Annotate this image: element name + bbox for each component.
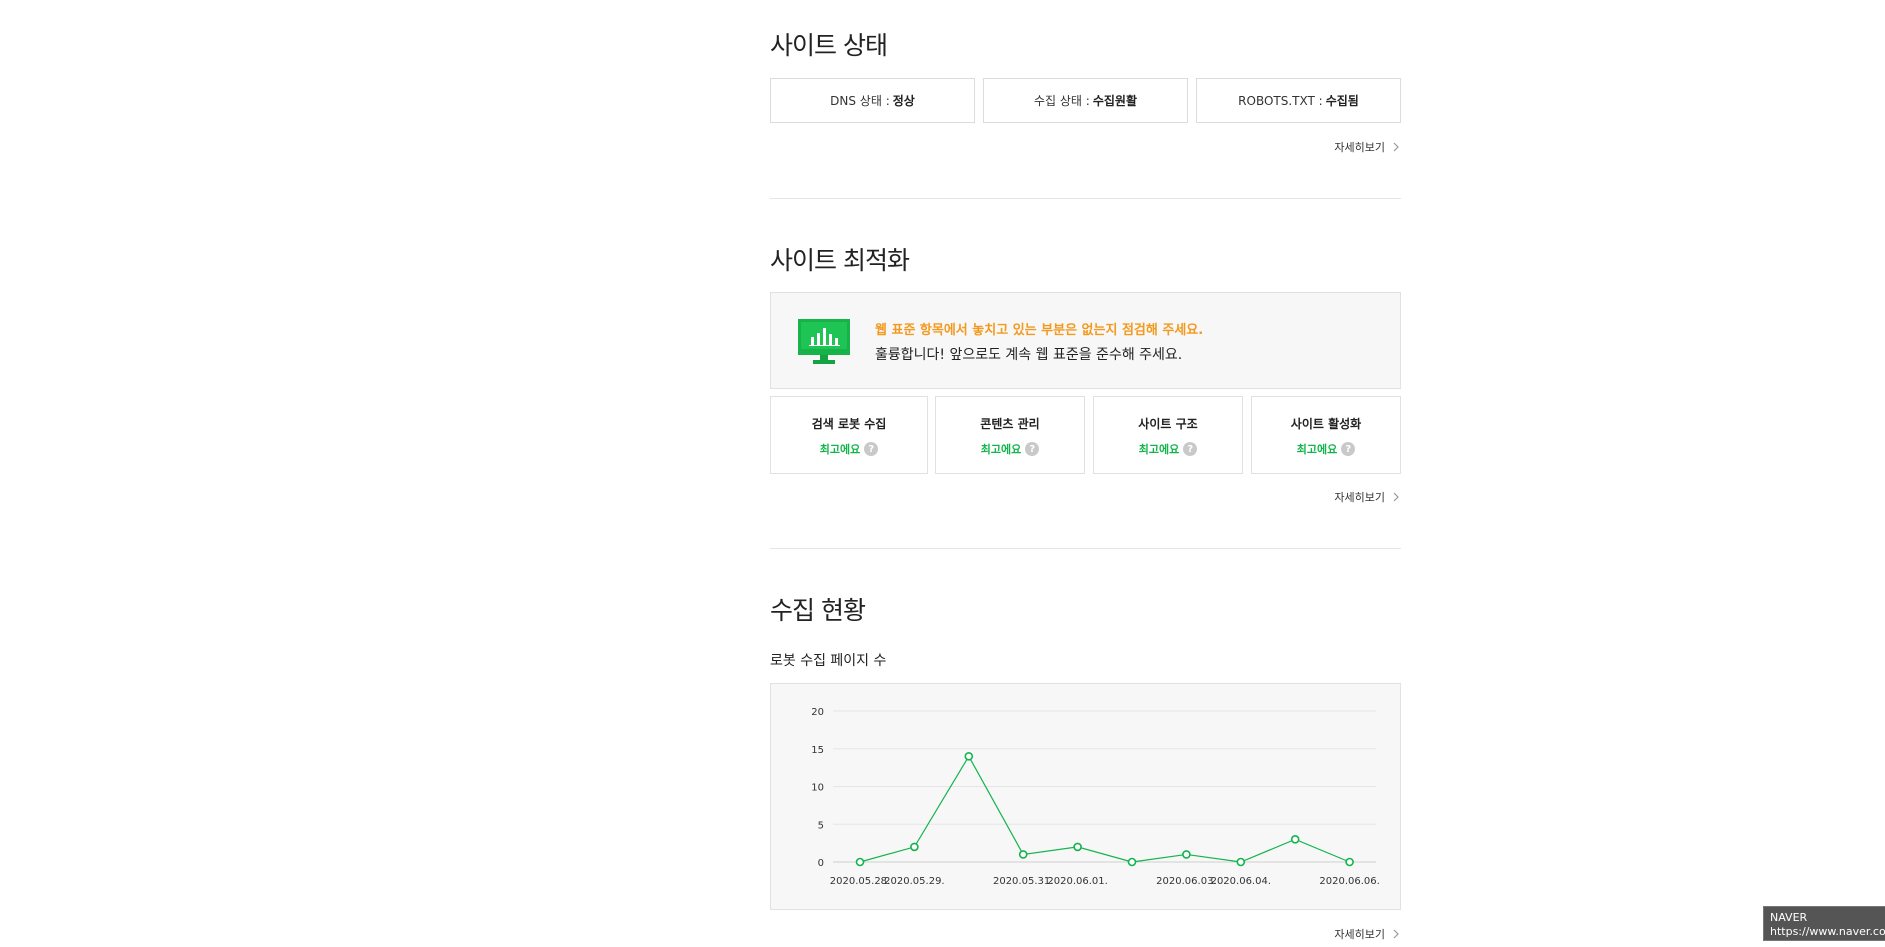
- more-link-label: 자세히보기: [1334, 141, 1385, 154]
- data-point: [910, 842, 919, 852]
- dns-status-value: 정상: [892, 94, 915, 108]
- chevron-right-icon: [1393, 142, 1399, 152]
- monitor-chart-icon: [798, 319, 850, 364]
- score-card-site-activation: 사이트 활성화 최고에요 ?: [1251, 396, 1401, 474]
- data-point: [964, 752, 974, 761]
- x-tick-label: 2020.06.03.: [1156, 876, 1216, 887]
- robots-status-label: ROBOTS.TXT :: [1238, 93, 1323, 108]
- score-card-value: 최고에요 ?: [771, 441, 927, 457]
- x-tick-label: 2020.05.31.: [993, 876, 1053, 887]
- series-line: [859, 755, 1350, 863]
- score-value-text: 최고에요: [819, 443, 861, 456]
- x-tick-label: 2020.06.01.: [1047, 876, 1107, 887]
- data-point: [1073, 842, 1082, 852]
- score-value-text: 최고에요: [980, 443, 1022, 456]
- tooltip-title: NAVER: [1770, 911, 1808, 924]
- crawl-line-chart: 0 5 10 15 20 2020.05.28.2020.05.29. 2020.05.31…: [811, 707, 1380, 887]
- optimization-banner: 웹 표준 항목에서 놓치고 있는 부분은 없는지 점검해 주세요. 훌륭합니다!…: [770, 292, 1401, 389]
- optimization-headline: 웹 표준 항목에서 놓치고 있는 부분은 없는지 점검해 주세요.: [875, 323, 1204, 338]
- score-value-text: 최고에요: [1138, 443, 1180, 456]
- more-link-label: 자세히보기: [1334, 491, 1385, 504]
- site-optimization-more-link[interactable]: 자세히보기: [1334, 489, 1401, 505]
- chevron-right-icon: [1393, 929, 1399, 939]
- x-tick-label: 2020.05.29.: [884, 876, 944, 887]
- y-tick-label: 10: [811, 783, 824, 794]
- score-card-value: 최고에요 ?: [936, 441, 1084, 457]
- help-icon[interactable]: ?: [1341, 442, 1356, 456]
- link-tooltip: NAVER https://www.naver.com: [1763, 906, 1885, 941]
- section-divider: [770, 198, 1401, 199]
- score-card-label: 검색 로봇 수집: [811, 417, 887, 431]
- x-tick-label: 2020.06.06.: [1319, 876, 1379, 887]
- help-icon[interactable]: ?: [1025, 442, 1040, 456]
- site-status-more-link[interactable]: 자세히보기: [1334, 139, 1401, 155]
- data-point: [1127, 857, 1137, 867]
- score-card-content-management: 콘텐츠 관리 최고에요 ?: [935, 396, 1085, 474]
- section-divider: [770, 548, 1401, 549]
- data-point: [1290, 835, 1300, 844]
- more-link-label: 자세히보기: [1334, 928, 1385, 941]
- site-status-title: 사이트 상태: [770, 31, 888, 60]
- score-card-label: 콘텐츠 관리: [980, 417, 1040, 431]
- site-optimization-title: 사이트 최적화: [770, 246, 910, 275]
- crawl-chart: 0 5 10 15 20 2020.05.28. 2020.05.29. 2020.05.31…: [770, 683, 1401, 910]
- crawl-status-value: 수집원활: [1092, 94, 1137, 108]
- crawl-status-more-link[interactable]: 자세히보기: [1334, 926, 1401, 942]
- x-tick-label: 2020.05.28.: [830, 876, 890, 887]
- robots-status-box: ROBOTS.TXT : 수집됨: [1196, 78, 1401, 123]
- score-value-text: 최고에요: [1296, 443, 1338, 456]
- crawl-status-label: 수집 상태 :: [1033, 94, 1090, 108]
- data-point: [855, 857, 865, 867]
- y-tick-label: 0: [818, 858, 824, 869]
- dns-status-label: DNS 상태 :: [830, 94, 890, 108]
- robots-status-value: 수집됨: [1325, 94, 1359, 108]
- help-icon[interactable]: ?: [1183, 442, 1198, 456]
- y-tick-label: 20: [811, 707, 824, 718]
- x-tick-label: 2020.06.04.: [1211, 876, 1271, 887]
- site-status-row: DNS 상태 : 정상 수집 상태 : 수집원활 ROBOTS.TXT : 수집…: [770, 78, 1401, 123]
- tooltip-url: https://www.naver.com: [1770, 925, 1885, 938]
- dns-status-box: DNS 상태 : 정상: [770, 78, 975, 123]
- data-point: [1018, 850, 1028, 859]
- score-card-label: 사이트 구조: [1138, 417, 1198, 431]
- y-tick-label: 15: [811, 745, 824, 756]
- y-tick-label: 5: [818, 820, 824, 831]
- score-card-site-structure: 사이트 구조 최고에요 ?: [1093, 396, 1243, 474]
- crawl-status-box: 수집 상태 : 수집원활: [983, 78, 1188, 123]
- score-card-label: 사이트 활성화: [1290, 417, 1362, 431]
- score-card-value: 최고에요 ?: [1252, 441, 1400, 457]
- crawl-chart-subtitle: 로봇 수집 페이지 수: [770, 653, 887, 669]
- data-point: [1345, 857, 1354, 867]
- data-point: [1236, 857, 1246, 867]
- score-card-value: 최고에요 ?: [1094, 441, 1242, 457]
- data-point: [1182, 850, 1191, 859]
- help-icon[interactable]: ?: [864, 442, 879, 456]
- optimization-message: 훌륭합니다! 앞으로도 계속 웹 표준을 준수해 주세요.: [875, 347, 1183, 363]
- score-card-robot-crawl: 검색 로봇 수집 최고에요 ?: [770, 396, 928, 474]
- crawl-status-title: 수집 현황: [770, 596, 866, 625]
- chevron-right-icon: [1393, 492, 1399, 502]
